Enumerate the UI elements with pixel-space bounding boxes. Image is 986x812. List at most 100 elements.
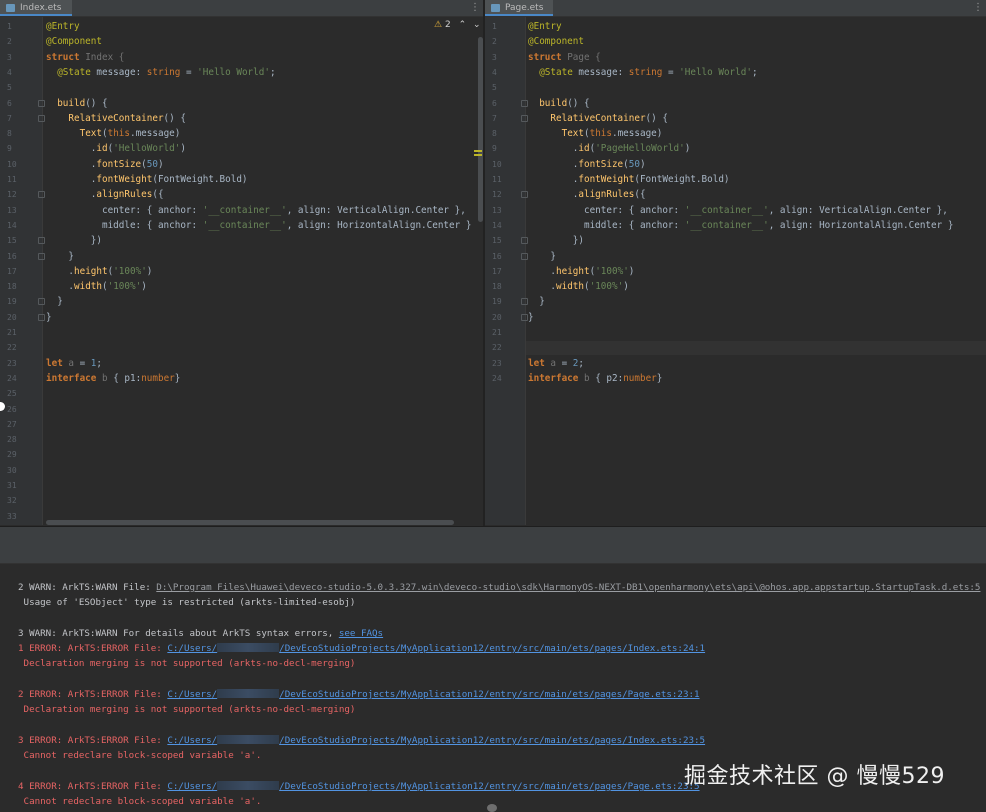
code-line[interactable]: .fontWeight(FontWeight.Bold) xyxy=(46,172,248,187)
code-line[interactable]: } xyxy=(528,310,534,325)
log-line[interactable]: 2 ERROR: ArkTS:ERROR File: C:/Users/ /Dev… xyxy=(18,688,700,701)
fold-marker[interactable] xyxy=(38,114,45,122)
line-number: 29 xyxy=(7,450,17,460)
code-line[interactable]: interface b { p1:number} xyxy=(46,371,180,386)
fold-marker[interactable] xyxy=(38,252,45,260)
code-line[interactable]: @State message: string = 'Hello World'; xyxy=(528,65,757,80)
code-line[interactable]: interface b { p2:number} xyxy=(528,371,662,386)
code-line[interactable]: .alignRules({ xyxy=(46,187,164,202)
log-text: Cannot redeclare block-scoped variable '… xyxy=(18,796,262,807)
inspection-widget[interactable]: ⚠ 2 ⌃ ⌄ xyxy=(434,20,481,30)
fold-marker[interactable] xyxy=(38,313,45,321)
code-line[interactable]: center: { anchor: '__container__', align… xyxy=(46,203,466,218)
code-token: middle: { anchor: xyxy=(46,219,203,231)
chevron-up-icon[interactable]: ⌃ xyxy=(459,20,467,30)
log-line[interactable]: 3 WARN: ArkTS:WARN For details about Ark… xyxy=(18,627,383,640)
log-line[interactable]: Cannot redeclare block-scoped variable '… xyxy=(18,795,262,808)
log-line[interactable]: Cannot redeclare block-scoped variable '… xyxy=(18,749,262,762)
tab-index-ets[interactable]: Index.ets xyxy=(0,0,72,16)
fold-marker[interactable] xyxy=(521,298,528,306)
code-token: @Component xyxy=(46,36,102,48)
code-line[interactable]: }) xyxy=(46,233,102,248)
code-line[interactable]: @State message: string = 'Hello World'; xyxy=(46,65,275,80)
more-vertical-icon[interactable]: ⋮ xyxy=(470,0,480,16)
code-line[interactable]: .width('100%') xyxy=(528,279,628,294)
fold-marker[interactable] xyxy=(38,99,45,107)
code-line[interactable]: .id('PageHelloWorld') xyxy=(528,141,691,156)
code-line[interactable]: .fontWeight(FontWeight.Bold) xyxy=(528,172,730,187)
code-line[interactable]: Text(this.message) xyxy=(528,126,663,141)
code-line[interactable]: let a = 1; xyxy=(46,356,102,371)
code-line[interactable]: Text(this.message) xyxy=(46,126,181,141)
log-line[interactable]: 3 ERROR: ArkTS:ERROR File: C:/Users/ /Dev… xyxy=(18,734,705,747)
code-token: center: { anchor: xyxy=(528,204,685,216)
left-editor-pane[interactable]: ⚠ 2 ⌃ ⌄ 1 2 3 4 5 6 7 8 9 10 11 12 13 14 15 16 17 18 19 20 2… xyxy=(0,17,483,525)
code-line[interactable]: let a = 2; xyxy=(528,356,584,371)
fold-marker[interactable] xyxy=(521,313,528,321)
horizontal-scrollbar[interactable] xyxy=(46,520,454,525)
log-line[interactable]: Declaration merging is not supported (ar… xyxy=(18,703,356,716)
fold-marker[interactable] xyxy=(521,99,528,107)
fold-marker[interactable] xyxy=(38,191,45,199)
code-line[interactable]: struct Index { xyxy=(46,50,124,65)
code-line[interactable]: RelativeContainer() { xyxy=(528,111,668,126)
code-line[interactable]: .height('100%') xyxy=(528,264,634,279)
log-line[interactable]: 1 ERROR: ArkTS:ERROR File: C:/Users/ /Dev… xyxy=(18,642,705,655)
fold-marker[interactable] xyxy=(521,237,528,245)
code-line[interactable]: @Entry xyxy=(46,19,80,34)
code-line[interactable]: middle: { anchor: '__container__', align… xyxy=(528,218,953,233)
code-line[interactable]: struct Page { xyxy=(528,50,601,65)
code-line[interactable]: } xyxy=(528,294,545,309)
log-text: 3 WARN: ArkTS:WARN For details about Ark… xyxy=(18,628,339,639)
code-line[interactable]: .id('HelloWorld') xyxy=(46,141,186,156)
file-link[interactable]: /DevEcoStudioProjects/MyApplication12/en… xyxy=(279,781,699,792)
code-line[interactable]: middle: { anchor: '__container__', align… xyxy=(46,218,471,233)
code-token: }) xyxy=(46,235,102,247)
code-line[interactable]: .fontSize(50) xyxy=(528,157,646,172)
code-token: Index { xyxy=(85,51,125,63)
file-link[interactable]: see FAQs xyxy=(339,628,383,639)
file-link[interactable]: C:/Users/ xyxy=(167,735,217,746)
file-link[interactable]: /DevEcoStudioProjects/MyApplication12/en… xyxy=(279,643,705,654)
tab-label: Page.ets xyxy=(505,3,544,13)
fold-marker[interactable] xyxy=(38,237,45,245)
code-line[interactable]: @Component xyxy=(528,34,584,49)
code-line[interactable]: center: { anchor: '__container__', align… xyxy=(528,203,948,218)
code-line[interactable]: } xyxy=(46,310,52,325)
fold-marker[interactable] xyxy=(521,191,528,199)
code-line[interactable]: .height('100%') xyxy=(46,264,152,279)
file-link[interactable]: /DevEcoStudioProjects/MyApplication12/en… xyxy=(279,689,699,700)
file-link[interactable]: C:/Users/ xyxy=(167,643,217,654)
file-link[interactable]: D:\Program Files\Huawei\deveco-studio-5.… xyxy=(156,582,980,593)
log-line[interactable]: 4 ERROR: ArkTS:ERROR File: C:/Users/ /Dev… xyxy=(18,780,700,793)
code-line[interactable]: } xyxy=(528,249,556,264)
code-token: () { xyxy=(567,97,590,109)
log-line[interactable]: 2 WARN: ArkTS:WARN File: D:\Program File… xyxy=(18,581,980,594)
log-line[interactable]: Declaration merging is not supported (ar… xyxy=(18,657,356,670)
code-line[interactable]: .fontSize(50) xyxy=(46,157,164,172)
code-line[interactable]: .width('100%') xyxy=(46,279,146,294)
code-token: { p2: xyxy=(589,372,624,384)
code-line[interactable]: }) xyxy=(528,233,584,248)
fold-marker[interactable] xyxy=(521,252,528,260)
chevron-down-icon[interactable]: ⌄ xyxy=(473,20,481,30)
log-line[interactable]: Usage of 'ESObject' type is restricted (… xyxy=(18,596,356,609)
code-line[interactable]: @Component xyxy=(46,34,102,49)
resize-handle[interactable] xyxy=(487,804,497,812)
code-token: . xyxy=(46,281,74,293)
file-link[interactable]: C:/Users/ xyxy=(167,689,217,700)
code-line[interactable]: RelativeContainer() { xyxy=(46,111,186,126)
tab-page-ets[interactable]: Page.ets xyxy=(485,0,553,16)
code-line[interactable]: build() { xyxy=(46,96,107,111)
code-line[interactable]: .alignRules({ xyxy=(528,187,646,202)
code-line[interactable]: } xyxy=(46,294,63,309)
code-line[interactable]: build() { xyxy=(528,96,590,111)
file-link[interactable]: C:/Users/ xyxy=(167,781,217,792)
code-line[interactable]: } xyxy=(46,249,74,264)
file-link[interactable]: /DevEcoStudioProjects/MyApplication12/en… xyxy=(279,735,705,746)
code-line[interactable]: @Entry xyxy=(528,19,562,34)
more-vertical-icon[interactable]: ⋮ xyxy=(973,0,983,16)
fold-marker[interactable] xyxy=(38,298,45,306)
fold-marker[interactable] xyxy=(521,114,528,122)
right-editor-pane[interactable]: 1 2 3 4 5 6 7 8 9 10 11 12 13 14 15 16 17 18 19 20 21 22 23 24 @… xyxy=(485,17,986,525)
